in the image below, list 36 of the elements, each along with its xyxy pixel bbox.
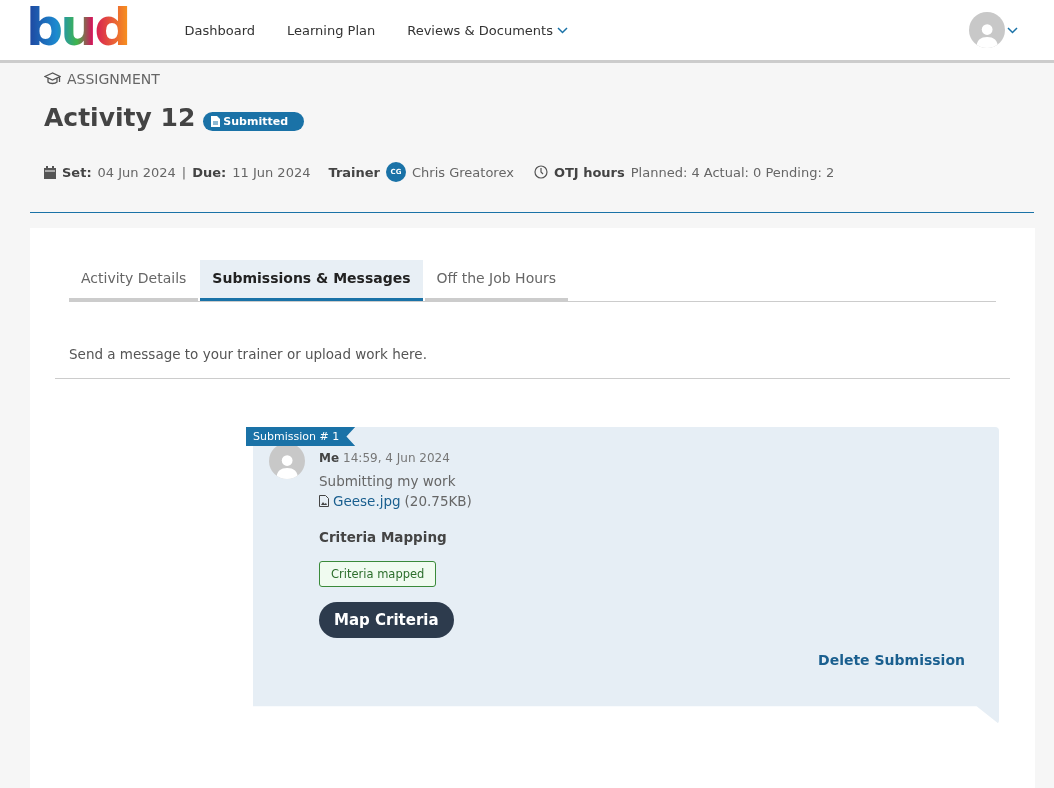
message-text: Submitting my work bbox=[319, 473, 456, 489]
trainer-label: Trainer bbox=[328, 164, 380, 180]
section-label: ASSIGNMENT bbox=[67, 71, 160, 87]
nav-link[interactable]: Learning Plan bbox=[287, 22, 376, 38]
mapping-heading: Criteria Mapping bbox=[319, 529, 447, 545]
clock-icon bbox=[533, 165, 548, 179]
image-file-icon bbox=[319, 495, 329, 507]
otj-label: OTJ hours bbox=[553, 164, 625, 180]
nav-link[interactable]: Reviews & Documents bbox=[407, 22, 568, 38]
due-date: 11 Jun 2024 bbox=[232, 164, 311, 180]
intro-text: Send a message to your trainer or upload work here. bbox=[55, 302, 1010, 379]
status-badge: Submitted bbox=[203, 112, 304, 131]
nav-link[interactable]: Dashboard bbox=[184, 22, 255, 38]
user-avatar-icon bbox=[969, 12, 1005, 48]
separator: | bbox=[181, 164, 187, 180]
mapping-status-tag: Criteria mapped bbox=[319, 561, 437, 587]
timestamp: 14:59, 4 Jun 2024 bbox=[343, 451, 450, 465]
chevron-down-icon bbox=[1007, 26, 1018, 34]
set-label: Set: bbox=[62, 164, 92, 180]
author: Me bbox=[319, 451, 340, 465]
page-title: Activity 12 bbox=[44, 103, 196, 132]
tab[interactable]: Activity Details bbox=[69, 260, 199, 301]
file-size: (20.75KB) bbox=[404, 493, 472, 509]
tab[interactable]: Off the Job Hours bbox=[424, 260, 569, 301]
chevron-down-icon bbox=[556, 26, 568, 34]
due-label: Due: bbox=[192, 164, 227, 180]
set-date: 04 Jun 2024 bbox=[97, 164, 176, 180]
graduation-cap-icon bbox=[44, 72, 61, 86]
trainer-name: Chris Greatorex bbox=[412, 164, 514, 180]
file-link[interactable]: Geese.jpg bbox=[333, 493, 401, 509]
tab[interactable]: Submissions & Messages bbox=[200, 260, 423, 301]
submission-ribbon: Submission # 1 bbox=[246, 427, 356, 446]
calendar-icon bbox=[44, 165, 56, 179]
otj-hours: Planned: 4 Actual: 0 Pending: 2 bbox=[630, 164, 835, 180]
delete-submission-link[interactable]: Delete Submission bbox=[818, 652, 965, 668]
map-criteria-button[interactable]: Map Criteria bbox=[319, 602, 454, 638]
